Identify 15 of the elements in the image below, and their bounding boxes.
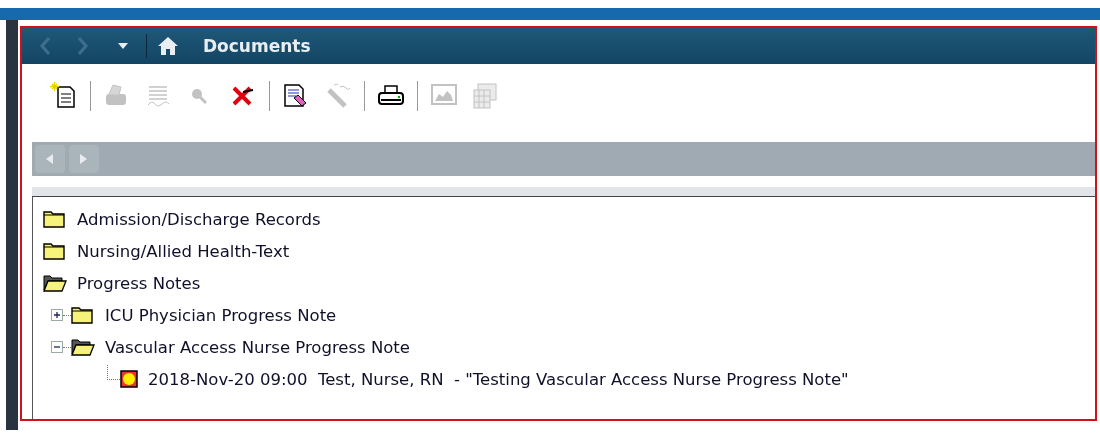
- tree-item[interactable]: ICU Physician Progress Note: [105, 305, 337, 325]
- new-document-icon[interactable]: [50, 82, 78, 110]
- note-status-icon: [120, 370, 138, 388]
- header-title: Documents: [203, 36, 311, 56]
- tree-item[interactable]: Admission/Discharge Records: [77, 209, 321, 229]
- tree-item[interactable]: Nursing/Allied Health-Text: [77, 241, 290, 261]
- tree-item[interactable]: Vascular Access Nurse Progress Note: [105, 337, 410, 357]
- right-arrow-icon: [80, 154, 88, 164]
- collapse-icon[interactable]: [51, 341, 63, 353]
- tree-item[interactable]: 2018-Nov-20 09:00 Test, Nurse, RN - "Testing Vascular Access Nurse Progress Note": [148, 369, 849, 389]
- expand-icon[interactable]: [51, 309, 63, 321]
- dropdown-caret-icon[interactable]: [118, 43, 128, 49]
- tree-item[interactable]: Progress Notes: [77, 273, 201, 293]
- left-arrow-icon: [46, 154, 54, 164]
- home-icon[interactable]: [157, 36, 179, 56]
